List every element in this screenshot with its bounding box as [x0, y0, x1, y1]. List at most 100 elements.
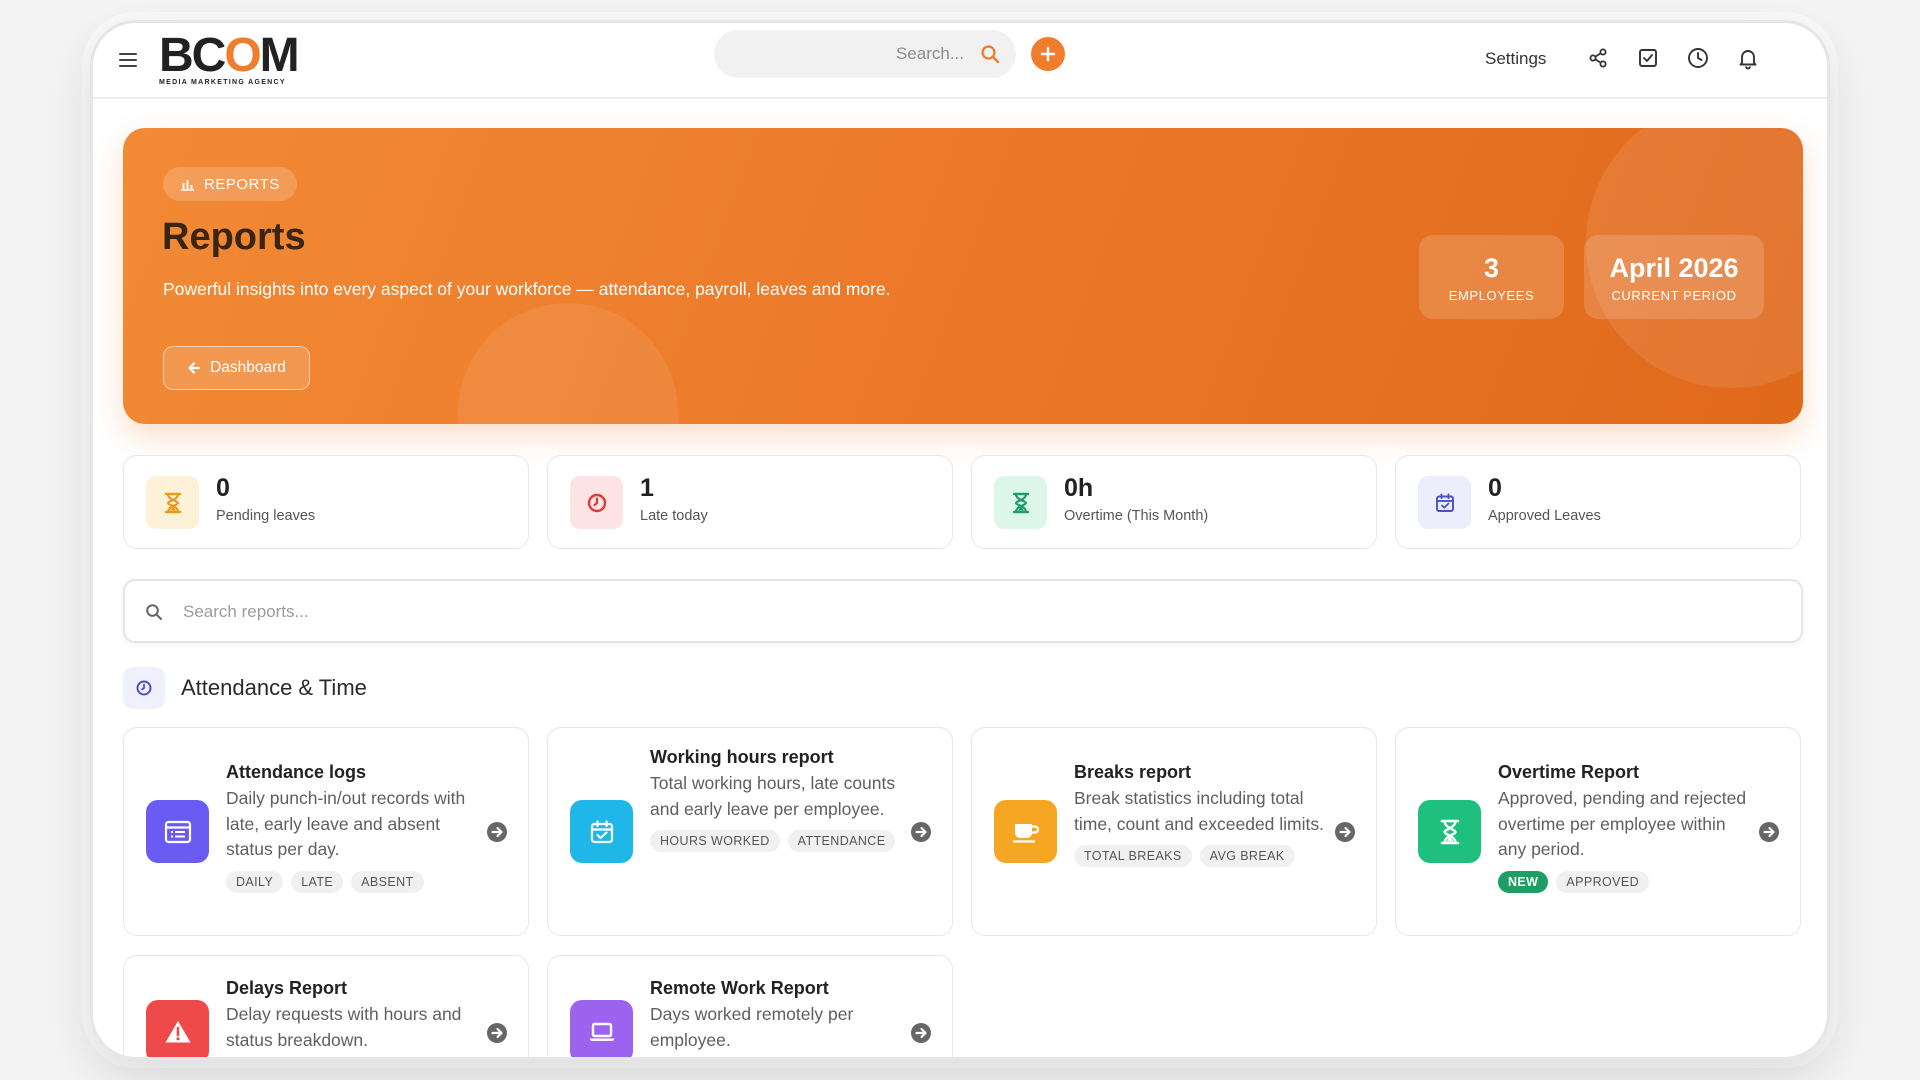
- card-description: Total working hours, late counts and ear…: [650, 773, 896, 819]
- card-title: Delays Report: [226, 978, 348, 998]
- card-description: Days worked remotely per employee.: [650, 1004, 854, 1050]
- hourglass-icon: [1418, 800, 1481, 863]
- kpi-late-today: 1 Late today: [547, 455, 953, 549]
- card-tags: TOTAL BREAKS AVG BREAK: [1074, 845, 1324, 867]
- employees-stat: 3 EMPLOYEES: [1419, 235, 1564, 319]
- header-actions: [1585, 45, 1761, 71]
- arrow-left-icon: [188, 362, 201, 374]
- card-title: Attendance logs: [226, 762, 367, 782]
- calendar-check-icon: [570, 800, 633, 863]
- arrow-right-icon[interactable]: [486, 821, 508, 843]
- page-subtitle: Powerful insights into every aspect of y…: [163, 279, 891, 299]
- arrow-right-icon[interactable]: [486, 1022, 508, 1044]
- kpi-label: Overtime (This Month): [1064, 508, 1209, 524]
- arrow-right-icon[interactable]: [910, 821, 932, 843]
- logo-accent: O: [224, 29, 261, 82]
- search-icon: [145, 603, 163, 626]
- menu-icon[interactable]: [119, 53, 137, 67]
- current-period-stat: April 2026 CURRENT PERIOD: [1584, 235, 1764, 319]
- report-card-delays[interactable]: Delays Report Delay requests with hours …: [123, 955, 529, 1057]
- calendar-check-icon: [1418, 476, 1471, 529]
- dashboard-back-label: Dashboard: [210, 359, 286, 376]
- current-period-label: CURRENT PERIOD: [1611, 287, 1737, 303]
- global-search[interactable]: Search...: [714, 30, 1016, 78]
- tag: APPROVED: [1556, 870, 1650, 893]
- kpi-value: 1: [640, 474, 654, 502]
- dashboard-back-button[interactable]: Dashboard: [163, 346, 310, 390]
- card-title: Breaks report: [1074, 762, 1192, 782]
- new-badge: NEW: [1498, 870, 1549, 893]
- current-period-value: April 2026: [1609, 252, 1739, 283]
- report-search-input[interactable]: [183, 593, 1763, 631]
- hourglass-icon: [146, 476, 199, 529]
- tag: ABSENT: [351, 870, 424, 893]
- tag: AVG BREAK: [1199, 845, 1295, 867]
- card-title: Working hours report: [650, 747, 834, 767]
- card-body: Working hours report Total working hours…: [650, 745, 900, 852]
- reports-badge-label: REPORTS: [204, 175, 280, 193]
- add-button[interactable]: [1031, 37, 1065, 71]
- employees-label: EMPLOYEES: [1448, 287, 1535, 303]
- card-tags: HOURS WORKED ATTENDANCE: [650, 830, 900, 852]
- tag: DAILY: [226, 870, 284, 893]
- kpi-overtime: 0h Overtime (This Month): [971, 455, 1377, 549]
- kpi-label: Late today: [640, 508, 708, 524]
- report-card-working-hours[interactable]: Working hours report Total working hours…: [547, 727, 953, 936]
- tag: HOURS WORKED: [650, 830, 780, 852]
- kpi-label: Approved Leaves: [1488, 508, 1601, 524]
- report-search: [123, 579, 1803, 643]
- bar-chart-icon: [181, 179, 194, 191]
- report-card-remote-work[interactable]: Remote Work Report Days worked remotely …: [547, 955, 953, 1057]
- kpi-pending-leaves: 0 Pending leaves: [123, 455, 529, 549]
- card-body: Remote Work Report Days worked remotely …: [650, 976, 900, 1053]
- bell-icon[interactable]: [1735, 45, 1761, 71]
- arrow-right-icon[interactable]: [910, 1022, 932, 1044]
- tag: LATE: [291, 870, 344, 893]
- report-card-attendance-logs[interactable]: Attendance logs Daily punch-in/out recor…: [123, 727, 529, 936]
- tag: TOTAL BREAKS: [1074, 845, 1192, 867]
- tag: ATTENDANCE: [787, 830, 896, 852]
- checkbox-icon[interactable]: [1635, 45, 1661, 71]
- card-tags: DAILY LATE ABSENT: [226, 870, 476, 893]
- section-title: Attendance & Time: [181, 675, 367, 700]
- settings-link[interactable]: Settings: [1485, 49, 1546, 69]
- reports-badge: REPORTS: [163, 167, 297, 201]
- hourglass-icon: [994, 476, 1047, 529]
- kpi-value: 0h: [1064, 474, 1094, 502]
- card-description: Daily punch-in/out records with late, ea…: [226, 788, 466, 859]
- list-icon: [146, 800, 209, 863]
- plus-icon: [1040, 46, 1056, 62]
- clock-icon[interactable]: [1685, 45, 1711, 71]
- kpi-label: Pending leaves: [216, 508, 316, 524]
- global-search-placeholder: Search...: [895, 44, 964, 63]
- top-bar: BCOM MEDIA MARKETING AGENCY Search... Se…: [93, 23, 1827, 99]
- card-tags: NEW APPROVED: [1498, 870, 1748, 893]
- logo-text: BCOM: [159, 29, 300, 82]
- card-body: Overtime Report Approved, pending and re…: [1498, 760, 1748, 893]
- card-description: Approved, pending and rejected overtime …: [1498, 788, 1747, 859]
- arrow-right-icon[interactable]: [1758, 821, 1780, 843]
- reports-hero: REPORTS Reports Powerful insights into e…: [123, 128, 1803, 424]
- arrow-right-icon[interactable]: [1334, 821, 1356, 843]
- card-title: Remote Work Report: [650, 978, 829, 998]
- search-icon[interactable]: [980, 44, 1000, 64]
- kpi-value: 0: [216, 474, 230, 502]
- employees-count: 3: [1483, 252, 1500, 283]
- share-icon[interactable]: [1585, 45, 1611, 71]
- report-card-overtime[interactable]: Overtime Report Approved, pending and re…: [1395, 727, 1801, 936]
- decor-circle: [458, 303, 678, 424]
- page-title: Reports: [162, 216, 306, 258]
- laptop-icon: [570, 1000, 633, 1057]
- kpi-approved-leaves: 0 Approved Leaves: [1395, 455, 1801, 549]
- kpi-value: 0: [1488, 474, 1502, 502]
- card-body: Attendance logs Daily punch-in/out recor…: [226, 760, 476, 893]
- warning-icon: [146, 1000, 209, 1057]
- logo[interactable]: BCOM MEDIA MARKETING AGENCY: [159, 29, 300, 89]
- card-body: Delays Report Delay requests with hours …: [226, 976, 476, 1053]
- card-title: Overtime Report: [1498, 762, 1640, 782]
- app-window: BCOM MEDIA MARKETING AGENCY Search... Se…: [90, 20, 1830, 1060]
- logo-tagline: MEDIA MARKETING AGENCY: [159, 79, 286, 86]
- card-body: Breaks report Break statistics including…: [1074, 760, 1324, 867]
- card-description: Delay requests with hours and status bre…: [226, 1004, 462, 1050]
- report-card-breaks[interactable]: Breaks report Break statistics including…: [971, 727, 1377, 936]
